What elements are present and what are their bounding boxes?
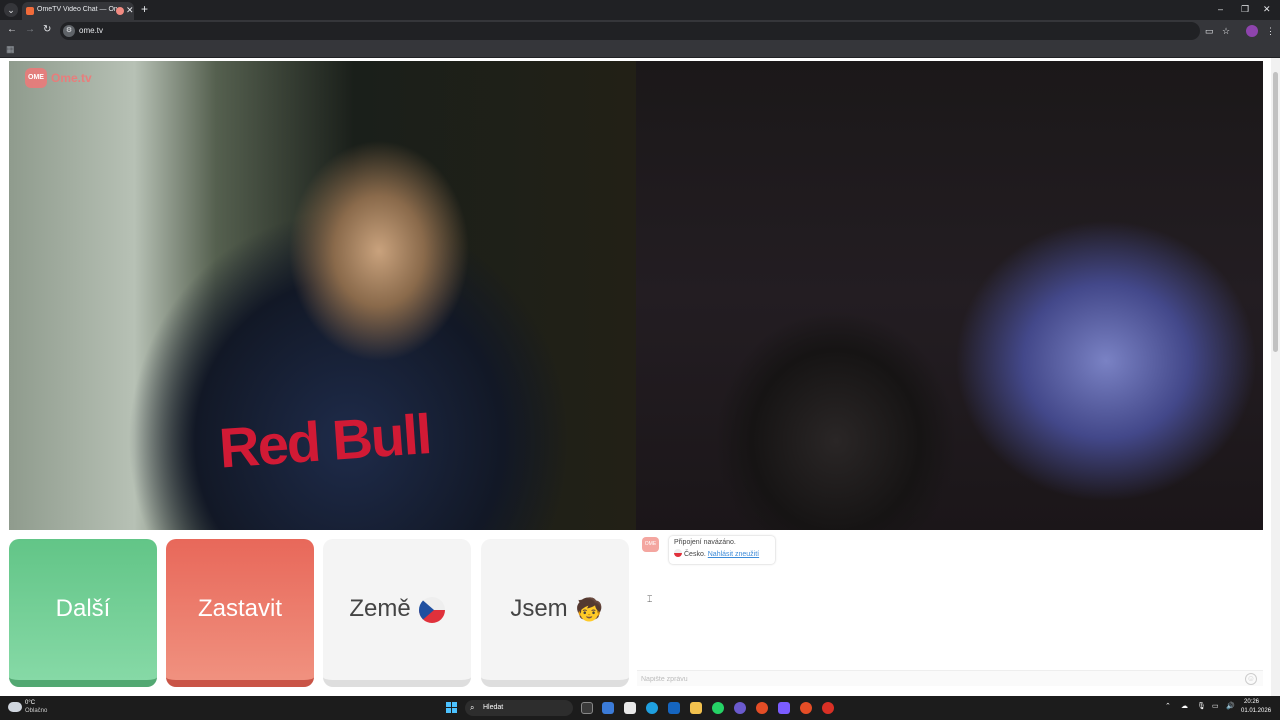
gender-button[interactable]: Jsem 🧒 [481,539,629,687]
tab-title: OmeTV Video Chat — Ome [37,6,117,13]
apps-grid-icon[interactable]: ▦ [6,45,15,54]
tab-search-button[interactable]: ⌄ [4,3,18,17]
tab-close-button[interactable]: ✕ [126,5,134,15]
restore-button[interactable]: ❐ [1241,3,1249,15]
tab-ometv[interactable]: OmeTV Video Chat — Ome ✕ [22,2,134,20]
outlook-icon[interactable] [668,702,680,714]
forward-icon[interactable]: → [25,24,35,36]
emoji-picker-icon[interactable]: ☺ [1245,673,1257,685]
country-line: Česko. Nahlásit zneužití [674,549,770,558]
search-label: Hledat [483,704,504,711]
logo-badge-icon: OME [25,68,47,88]
menu-icon[interactable]: ⋮ [1266,25,1275,37]
jacket-logo-text: Red Bull [217,402,433,480]
close-window-button[interactable]: ✕ [1263,3,1271,15]
connection-status-text: Připojení navázáno. [674,539,736,546]
country-label: Země [349,595,411,622]
address-bar[interactable]: ⚙ ome.tv [60,22,1200,40]
site-info-icon[interactable]: ⚙ [63,25,75,37]
search-icon: ⌕ [470,703,475,712]
cast-icon[interactable]: ▭ [1205,25,1214,37]
bookmarks-bar: ▦ [0,42,1280,58]
czech-flag-icon [418,596,445,623]
new-tab-button[interactable]: + [141,2,148,16]
recording-indicator-icon [116,7,124,15]
boy-emoji-icon: 🧒 [575,596,604,622]
browser-toolbar: ← → ↻ ⚙ ome.tv ▭ ☆ ⋮ [0,20,1280,42]
partner-video: Red Bull OME Ome.tv [9,61,636,530]
message-input[interactable] [641,673,1221,685]
whatsapp-icon[interactable] [712,702,724,714]
volume-icon[interactable]: 🔊 [1226,701,1235,713]
back-icon[interactable]: ← [7,24,17,36]
bookmark-star-icon[interactable]: ☆ [1222,25,1230,37]
chat-input-area: ☺ [637,670,1263,686]
start-button[interactable] [446,702,458,714]
page-scrollbar[interactable] [1271,58,1280,696]
copilot-icon[interactable] [602,702,614,714]
network-icon[interactable]: ▭ [1212,701,1219,713]
chrome-icon-1[interactable] [756,702,768,714]
app-icon-red[interactable] [822,702,834,714]
weather-desc[interactable]: Oblačno [25,708,47,714]
messenger-icon[interactable] [778,702,790,714]
url-text[interactable]: ome.tv [79,26,103,35]
taskbar-search[interactable]: ⌕ Hledat [465,700,573,716]
czech-flag-small-icon [674,549,682,557]
store-icon[interactable] [624,702,636,714]
clock-date[interactable]: 01.01.2026 [1241,708,1271,714]
country-name: Česko. [684,551,706,558]
mouse-cursor-icon: ⌶ [647,594,653,604]
cloud-sync-icon[interactable]: ☁ [1181,701,1188,713]
app-icon-purple[interactable] [734,702,746,714]
self-video [636,61,1263,530]
microphone-icon[interactable]: 🎙 [1197,701,1206,713]
clock-time[interactable]: 20:26 [1244,699,1259,705]
country-button[interactable]: Země [323,539,471,687]
system-message: Připojení navázáno. Česko. Nahlásit zneu… [669,536,775,564]
ometv-favicon-icon [26,7,34,15]
next-button[interactable]: Další [9,539,157,687]
weather-temp[interactable]: 0°C [25,700,35,706]
edge-icon[interactable] [646,702,658,714]
gender-label: Jsem [510,595,568,622]
scrollbar-thumb[interactable] [1273,72,1278,352]
logo-text: Ome.tv [51,71,92,85]
windows-taskbar: 0°C Oblačno ⌕ Hledat ⌃ ☁ 🎙 ▭ 🔊 20:26 01.… [0,696,1280,720]
browser-tabstrip: ⌄ OmeTV Video Chat — Ome ✕ + – ❐ ✕ [0,0,1280,20]
cloud-icon[interactable] [8,702,22,712]
stop-button[interactable]: Zastavit [166,539,314,687]
stop-label: Zastavit [197,595,283,622]
reload-icon[interactable]: ↻ [43,24,51,36]
chat-panel: OME Připojení navázáno. Česko. Nahlásit … [637,530,1263,688]
system-avatar-icon: OME [642,537,659,552]
chrome-icon-2[interactable] [800,702,812,714]
ometv-page: Red Bull OME Ome.tv Další Zastavit Země … [0,58,1280,696]
report-abuse-link[interactable]: Nahlásit zneužití [708,551,759,558]
next-label: Další [55,595,111,622]
tray-overflow-icon[interactable]: ⌃ [1165,701,1171,713]
task-view-icon[interactable] [581,702,593,714]
profile-avatar[interactable] [1246,25,1258,37]
minimize-button[interactable]: – [1218,3,1223,15]
file-explorer-icon[interactable] [690,702,702,714]
